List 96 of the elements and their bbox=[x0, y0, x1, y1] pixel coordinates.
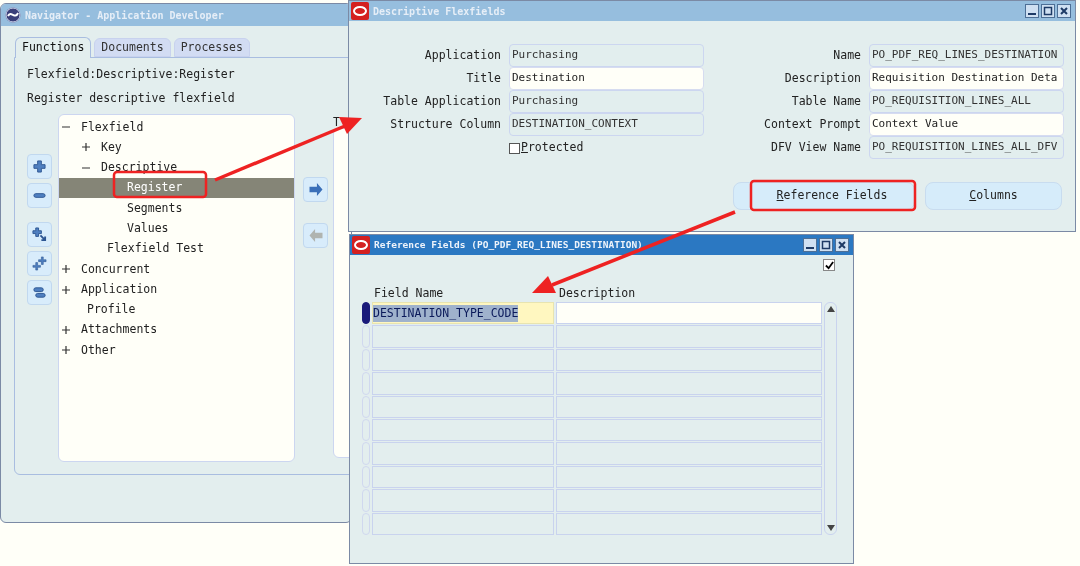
input-field[interactable] bbox=[372, 325, 554, 348]
field-label: Structure Column bbox=[389, 115, 501, 133]
input-field[interactable] bbox=[556, 489, 822, 512]
tree-item[interactable]: Segments bbox=[59, 198, 294, 219]
input-field[interactable]: DESTINATION_TYPE_CODE bbox=[372, 302, 554, 325]
tab[interactable]: Processes bbox=[173, 38, 250, 57]
app-icon bbox=[5, 7, 21, 23]
input-field[interactable] bbox=[556, 418, 822, 442]
close-icon[interactable] bbox=[835, 238, 849, 252]
checkbox-label: Protected bbox=[521, 139, 584, 157]
input-field[interactable]: Destination bbox=[509, 67, 704, 90]
collapse-button[interactable] bbox=[27, 183, 52, 208]
input-field[interactable] bbox=[372, 442, 554, 465]
input-field[interactable]: PO_PDF_REQ_LINES_DESTINATION bbox=[869, 44, 1064, 67]
expand-icon[interactable] bbox=[62, 346, 70, 355]
button[interactable]: Columns bbox=[925, 182, 1062, 210]
window-title: Navigator - Application Developer bbox=[25, 8, 224, 23]
tree-item[interactable]: Values bbox=[59, 218, 294, 239]
app-icon bbox=[352, 236, 370, 254]
expand-icon[interactable] bbox=[62, 265, 70, 274]
expand-icon[interactable] bbox=[62, 326, 70, 335]
input-field[interactable] bbox=[556, 302, 822, 325]
expand-icon[interactable] bbox=[62, 285, 70, 294]
scrollbar[interactable] bbox=[824, 302, 837, 535]
tree-item[interactable]: Application bbox=[59, 279, 294, 300]
column-header: Field Name bbox=[374, 285, 445, 300]
input-field[interactable] bbox=[372, 489, 554, 512]
row-indicator[interactable] bbox=[362, 302, 370, 325]
column-header: Description bbox=[559, 285, 636, 300]
tab[interactable]: Functions bbox=[15, 37, 92, 58]
scroll-down-icon[interactable] bbox=[826, 524, 835, 531]
input-field[interactable] bbox=[556, 372, 822, 395]
input-field[interactable] bbox=[556, 348, 822, 372]
checkbox[interactable] bbox=[509, 142, 520, 154]
input-field[interactable] bbox=[372, 418, 554, 442]
field-label: Application bbox=[423, 46, 501, 64]
tree-item[interactable]: Attachments bbox=[59, 319, 294, 341]
right-arrow-icon bbox=[307, 183, 324, 196]
collapse-all-button[interactable] bbox=[27, 280, 52, 305]
input-field[interactable] bbox=[556, 395, 822, 418]
plus-arrow-icon bbox=[32, 227, 47, 242]
right-arrow-button[interactable] bbox=[303, 177, 328, 202]
field-label: Context Prompt bbox=[763, 115, 861, 133]
field-label: Name bbox=[832, 46, 861, 64]
minimize-icon[interactable] bbox=[803, 238, 817, 252]
scroll-up-icon[interactable] bbox=[826, 306, 835, 312]
double-plus-icon bbox=[32, 256, 47, 271]
input-field[interactable] bbox=[556, 512, 822, 535]
button[interactable]: Reference Fields bbox=[733, 182, 915, 210]
expand-button[interactable] bbox=[27, 154, 52, 179]
expand-all-button[interactable] bbox=[27, 251, 52, 276]
window-title: Descriptive Flexfields bbox=[373, 4, 506, 19]
expand-branch-button[interactable] bbox=[27, 222, 52, 247]
input-field[interactable]: DESTINATION_CONTEXT bbox=[509, 113, 704, 136]
input-field[interactable] bbox=[556, 442, 822, 465]
tree-item[interactable]: Flexfield Test bbox=[59, 238, 294, 260]
minimize-icon[interactable] bbox=[1025, 4, 1039, 18]
field-label: DFV View Name bbox=[770, 138, 861, 156]
checkbox[interactable] bbox=[823, 259, 835, 271]
breadcrumb-path: Flexfield:Descriptive:Register bbox=[27, 66, 236, 82]
input-field[interactable] bbox=[556, 465, 822, 489]
left-arrow-icon bbox=[307, 229, 324, 242]
tree-item[interactable]: Key bbox=[59, 137, 294, 158]
input-field[interactable] bbox=[372, 512, 554, 535]
input-field[interactable] bbox=[372, 348, 554, 372]
field-label: Table Application bbox=[382, 92, 501, 110]
field-label: Title bbox=[465, 69, 501, 87]
tree-item[interactable]: Register bbox=[59, 177, 294, 199]
column-label: T bbox=[333, 114, 341, 128]
plus-icon bbox=[33, 160, 46, 173]
function-description: Register descriptive flexfield bbox=[27, 90, 236, 106]
maximize-icon[interactable] bbox=[819, 238, 833, 252]
expand-icon[interactable] bbox=[82, 143, 90, 152]
window-title: Reference Fields (PO_PDF_REQ_LINES_DESTINATION) bbox=[374, 237, 643, 252]
input-field[interactable] bbox=[372, 465, 554, 489]
close-icon[interactable] bbox=[1057, 4, 1071, 18]
tree-item[interactable]: Profile bbox=[59, 299, 294, 320]
tab[interactable]: Documents bbox=[94, 38, 171, 57]
input-field[interactable]: Requisition Destination Deta bbox=[869, 67, 1064, 90]
input-field[interactable]: Context Value bbox=[869, 113, 1064, 136]
field-label: Description bbox=[783, 69, 861, 87]
input-field[interactable] bbox=[372, 395, 554, 418]
double-minus-icon bbox=[32, 285, 47, 300]
input-field[interactable] bbox=[556, 325, 822, 348]
tree-item[interactable]: Other bbox=[59, 340, 294, 361]
input-field[interactable]: Purchasing bbox=[509, 90, 704, 113]
maximize-icon[interactable] bbox=[1041, 4, 1055, 18]
field-label: Table Name bbox=[790, 92, 861, 110]
input-field[interactable]: PO_REQUISITION_LINES_ALL bbox=[869, 90, 1064, 113]
tree-item[interactable]: Concurrent bbox=[59, 259, 294, 280]
input-field[interactable]: PO_REQUISITION_LINES_ALL_DFV bbox=[869, 136, 1064, 159]
input-field[interactable] bbox=[372, 372, 554, 395]
tree-item[interactable]: Flexfield bbox=[59, 117, 294, 138]
input-field[interactable]: Purchasing bbox=[509, 44, 704, 67]
app-icon bbox=[351, 2, 369, 20]
tree-item[interactable]: Descriptive bbox=[59, 157, 294, 178]
